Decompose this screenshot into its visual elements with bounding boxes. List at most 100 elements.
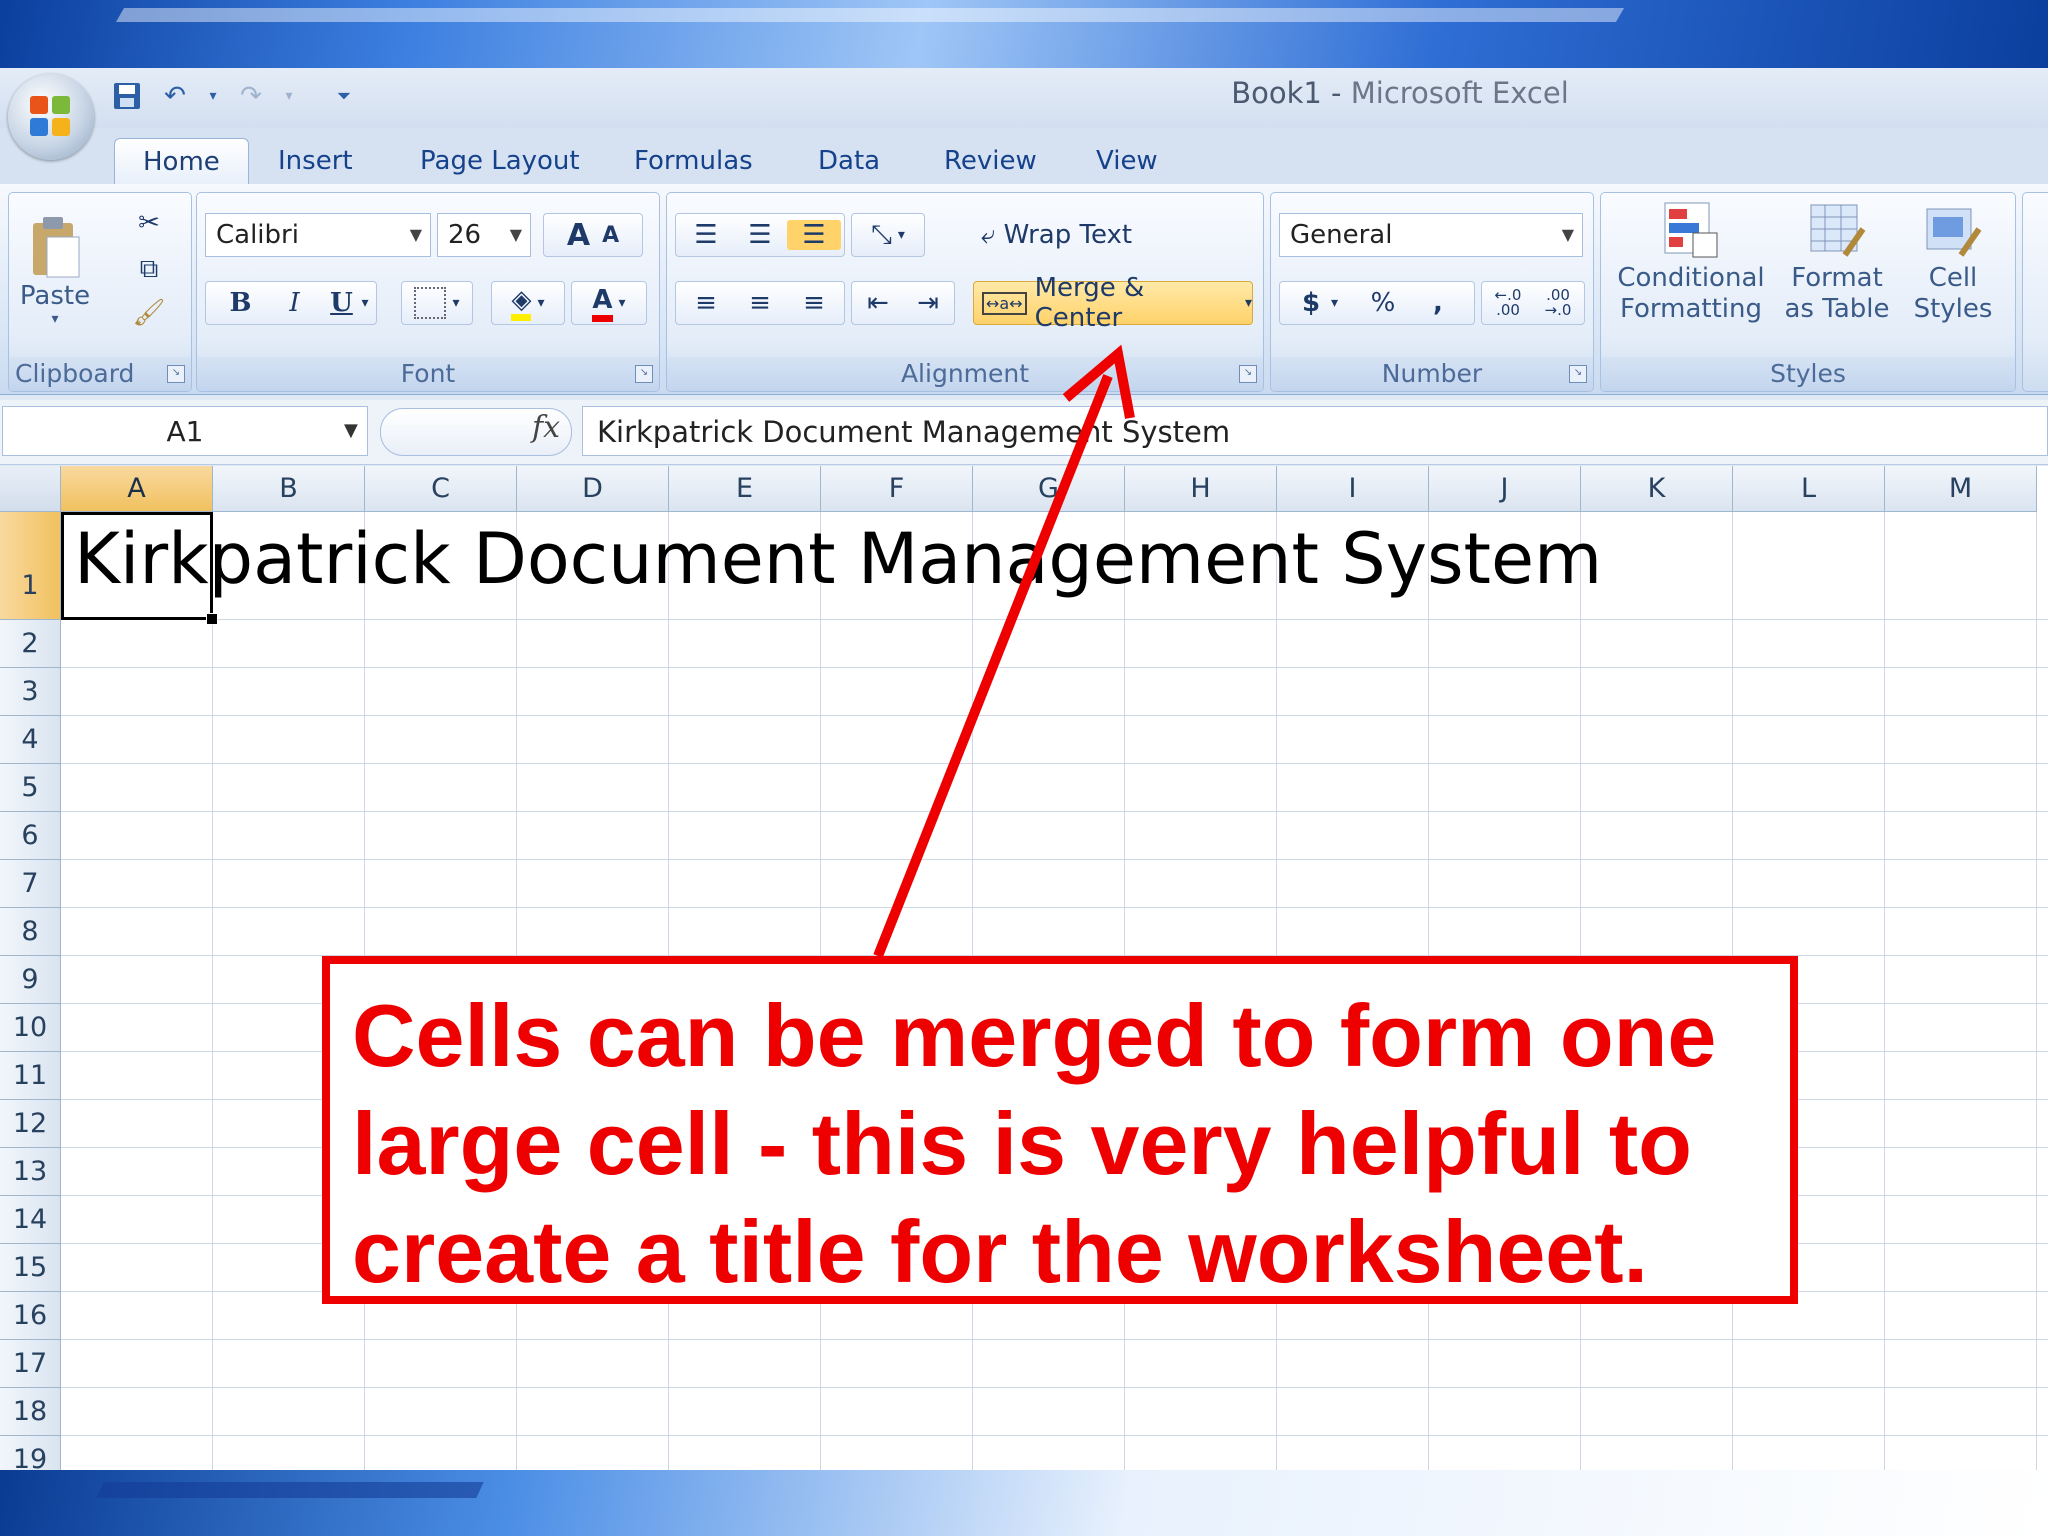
increase-decimal-button[interactable]: ←.0 .00 [1483,288,1533,318]
decrease-decimal-button[interactable]: .00 →.0 [1533,288,1583,318]
row-header-3[interactable]: 3 [0,668,61,716]
row-header-12[interactable]: 12 [0,1100,61,1148]
bold-button[interactable]: B [213,288,267,318]
row-header-13[interactable]: 13 [0,1148,61,1196]
copy-icon[interactable]: ⧉ [127,249,171,289]
row-header-4[interactable]: 4 [0,716,61,764]
orientation-icon: ⤡ [871,219,892,250]
select-all-corner[interactable] [0,466,61,512]
column-header-a[interactable]: A [61,466,213,512]
name-box[interactable]: A1 [2,406,368,456]
alignment-launcher-icon[interactable]: ↘ [1239,365,1257,383]
column-header-g[interactable]: G [973,466,1125,512]
tab-data[interactable]: Data [790,138,908,184]
column-header-m[interactable]: M [1885,466,2037,512]
paste-button[interactable]: Paste ▾ [15,201,95,341]
format-painter-icon[interactable]: 🖌 [127,293,171,333]
tab-insert[interactable]: Insert [250,138,381,184]
comma-button[interactable]: , [1413,288,1463,318]
align-center-icon[interactable]: ≡ [733,288,787,318]
row-header-9[interactable]: 9 [0,956,61,1004]
italic-button[interactable]: I [267,288,321,318]
cut-icon[interactable]: ✂ [127,203,171,243]
column-header-b[interactable]: B [213,466,365,512]
increase-indent-icon[interactable]: ⇥ [903,288,953,318]
column-header-k[interactable]: K [1581,466,1733,512]
fill-color-button[interactable]: ◈ ▾ [491,281,565,325]
row-header-1[interactable]: 1 [0,512,61,620]
grow-font-icon[interactable]: A [567,218,590,253]
conditional-formatting-button[interactable]: Conditional Formatting [1607,199,1775,349]
row-header-15[interactable]: 15 [0,1244,61,1292]
row-header-19[interactable]: 19 [0,1436,61,1470]
decrease-indent-icon[interactable]: ⇤ [853,288,903,318]
number-format-combo[interactable]: General ▼ [1279,213,1583,257]
align-bottom-icon[interactable]: ☰ [787,220,841,250]
fill-handle[interactable] [206,613,218,625]
underline-dropdown-icon[interactable]: ▾ [361,295,368,311]
tab-home[interactable]: Home [114,138,249,185]
row-header-8[interactable]: 8 [0,908,61,956]
tab-view[interactable]: View [1068,138,1186,184]
shrink-font-icon[interactable]: A [602,223,619,248]
column-header-e[interactable]: E [669,466,821,512]
column-header-l[interactable]: L [1733,466,1885,512]
align-middle-icon[interactable]: ☰ [733,220,787,250]
font-group-label: Font [197,357,659,391]
merge-center-dropdown-icon[interactable]: ▾ [1245,295,1252,311]
tab-review[interactable]: Review [916,138,1065,184]
row-header-5[interactable]: 5 [0,764,61,812]
clipboard-launcher-icon[interactable]: ↘ [167,365,185,383]
name-box-dropdown-icon[interactable]: ▼ [344,420,358,441]
tab-formulas[interactable]: Formulas [606,138,781,184]
row-header-7[interactable]: 7 [0,860,61,908]
redo-dropdown-icon[interactable]: ▾ [282,79,296,113]
row-header-17[interactable]: 17 [0,1340,61,1388]
font-color-button[interactable]: A ▾ [571,281,647,325]
column-header-i[interactable]: I [1277,466,1429,512]
font-size-combo[interactable]: 26 ▼ [437,213,531,257]
number-launcher-icon[interactable]: ↘ [1569,365,1587,383]
column-header-c[interactable]: C [365,466,517,512]
column-header-d[interactable]: D [517,466,669,512]
column-header-f[interactable]: F [821,466,973,512]
office-button[interactable] [8,74,94,160]
format-as-table-button[interactable]: Format as Table [1777,199,1897,349]
align-top-icon[interactable]: ☰ [679,220,733,250]
row-header-11[interactable]: 11 [0,1052,61,1100]
font-name-combo[interactable]: Calibri ▼ [205,213,431,257]
align-right-icon[interactable]: ≡ [787,288,841,318]
borders-button[interactable]: ▾ [401,281,473,325]
row-header-18[interactable]: 18 [0,1388,61,1436]
row-header-10[interactable]: 10 [0,1004,61,1052]
row-header-16[interactable]: 16 [0,1292,61,1340]
currency-button[interactable]: $ [1291,288,1331,318]
row-header-6[interactable]: 6 [0,812,61,860]
title-separator: - [1321,76,1351,110]
formula-input[interactable]: Kirkpatrick Document Management System [582,406,2048,456]
underline-button[interactable]: U [321,288,361,318]
undo-dropdown-icon[interactable]: ▾ [206,79,220,113]
align-left-icon[interactable]: ≡ [679,288,733,318]
font-name-dropdown-icon: ▼ [409,225,422,244]
percent-button[interactable]: % [1353,288,1413,318]
wrap-text-button[interactable]: ⤶ Wrap Text [973,213,1153,257]
cell-a1-title[interactable]: Kirkpatrick Document Management System [74,524,1602,594]
merge-center-button[interactable]: ↔a↔ Merge & Center ▾ [973,273,1253,333]
gridline-horizontal [61,907,2048,908]
font-launcher-icon[interactable]: ↘ [635,365,653,383]
insert-function-icon[interactable]: fx [532,410,560,445]
orientation-button[interactable]: ⤡ ▾ [851,213,925,257]
customize-toolbar-icon[interactable]: ⏷ [334,79,354,113]
redo-icon[interactable]: ↷ [234,79,268,113]
row-header-2[interactable]: 2 [0,620,61,668]
save-icon[interactable] [110,79,144,113]
column-header-h[interactable]: H [1125,466,1277,512]
row-header-14[interactable]: 14 [0,1196,61,1244]
tab-page-layout[interactable]: Page Layout [392,138,608,184]
undo-icon[interactable]: ↶ [158,79,192,113]
column-header-j[interactable]: J [1429,466,1581,512]
font-size-value: 26 [448,220,482,250]
currency-dropdown-icon[interactable]: ▾ [1331,295,1353,311]
cell-styles-button[interactable]: Cell Styles [1899,199,2007,349]
